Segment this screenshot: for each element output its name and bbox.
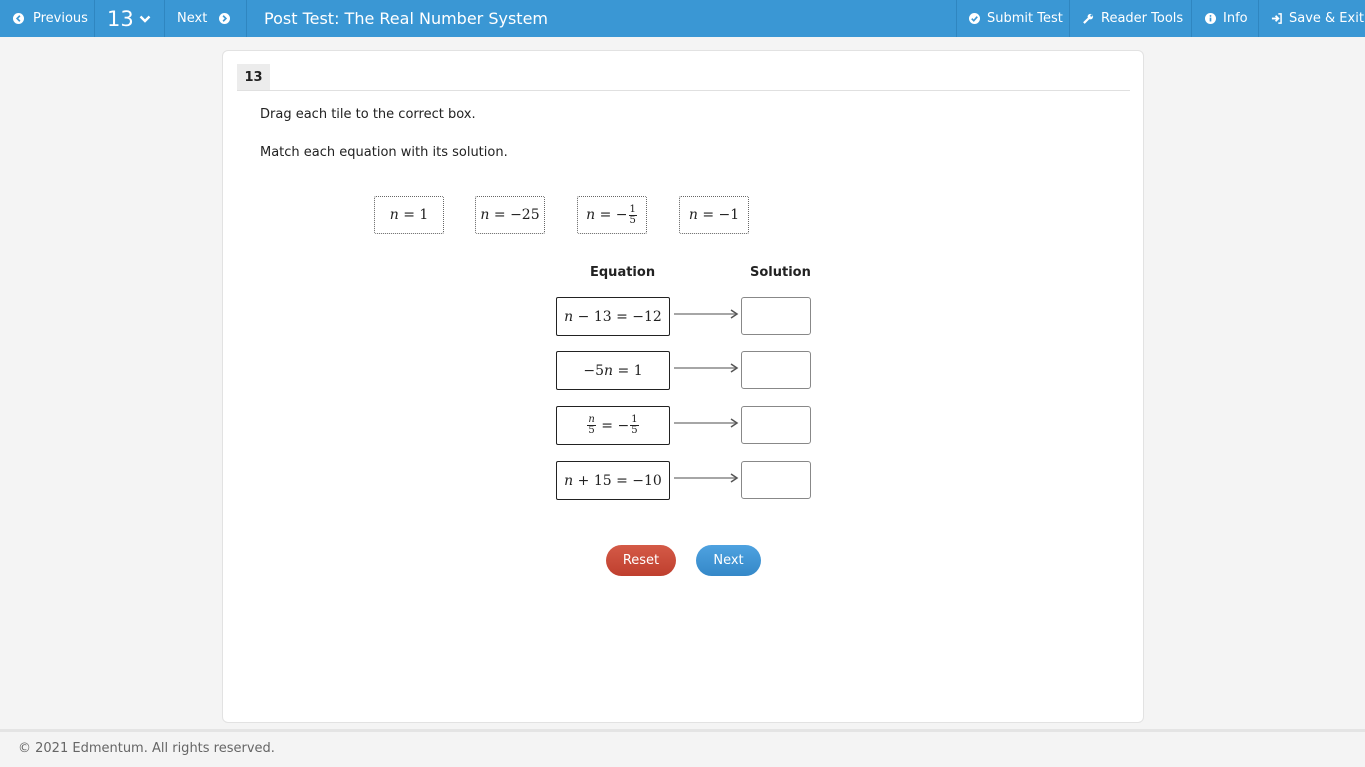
next-question-button[interactable]: Next: [165, 0, 247, 37]
reset-button[interactable]: Reset: [606, 545, 676, 576]
copyright-text: © 2021 Edmentum. All rights reserved.: [18, 741, 275, 756]
equation-header: Equation: [590, 265, 656, 280]
question-number-badge: 13: [237, 64, 270, 90]
fraction: 15: [630, 414, 639, 436]
instruction-text: Drag each tile to the correct box.: [260, 107, 476, 122]
fraction: 15: [628, 203, 637, 226]
tile-n-equals-negative-1[interactable]: n = −1: [679, 196, 749, 234]
page-title: Post Test: The Real Number System: [264, 9, 548, 28]
prompt-text: Match each equation with its solution.: [260, 145, 508, 160]
info-label: Info: [1223, 11, 1248, 26]
info-circle-icon: [1203, 12, 1217, 26]
previous-button[interactable]: Previous: [0, 0, 95, 37]
save-exit-label: Save & Exit: [1289, 11, 1364, 26]
arrow-icon: [673, 418, 739, 428]
reader-tools-button[interactable]: Reader Tools: [1069, 0, 1191, 37]
divider: [237, 90, 1130, 91]
save-exit-button[interactable]: Save & Exit: [1258, 0, 1365, 37]
tile-n-equals-1[interactable]: n = 1: [374, 196, 444, 234]
sign-out-icon: [1269, 12, 1283, 26]
circle-arrow-right-icon: [217, 12, 231, 26]
solution-drop-box-1[interactable]: [741, 297, 811, 335]
equation-2: −5 n = 1: [556, 351, 670, 390]
solution-drop-box-3[interactable]: [741, 406, 811, 444]
question-card: 13 Drag each tile to the correct box. Ma…: [222, 50, 1144, 723]
tile-n-equals-negative-25[interactable]: n = −25: [475, 196, 545, 234]
wrench-icon: [1081, 12, 1095, 26]
next-label: Next: [177, 11, 208, 26]
next-button[interactable]: Next: [696, 545, 761, 576]
submit-test-button[interactable]: Submit Test: [956, 0, 1069, 37]
arrow-icon: [673, 473, 739, 483]
check-circle-icon: [967, 12, 981, 26]
info-button[interactable]: Info: [1191, 0, 1258, 37]
solution-header: Solution: [750, 265, 811, 280]
chevron-down-icon: [138, 12, 152, 26]
solution-drop-box-2[interactable]: [741, 351, 811, 389]
question-number-label: 13: [107, 6, 134, 31]
arrow-icon: [673, 363, 739, 373]
solution-drop-box-4[interactable]: [741, 461, 811, 499]
previous-label: Previous: [33, 11, 88, 26]
equation-4: n + 15 = −10: [556, 461, 670, 500]
question-number-dropdown[interactable]: 13: [95, 0, 165, 37]
reader-tools-label: Reader Tools: [1101, 11, 1184, 26]
top-toolbar: Previous 13 Next Post Test: The Real Num…: [0, 0, 1365, 37]
equation-3: n5 = −1 5: [556, 406, 670, 445]
tile-n-equals-negative-one-fifth[interactable]: n = −1 5: [577, 196, 647, 234]
fraction: n5: [587, 414, 596, 436]
equation-1: n − 13 = −12: [556, 297, 670, 336]
footer-divider: [0, 729, 1365, 732]
submit-test-label: Submit Test: [987, 11, 1063, 26]
arrow-icon: [673, 309, 739, 319]
circle-arrow-left-icon: [11, 12, 25, 26]
